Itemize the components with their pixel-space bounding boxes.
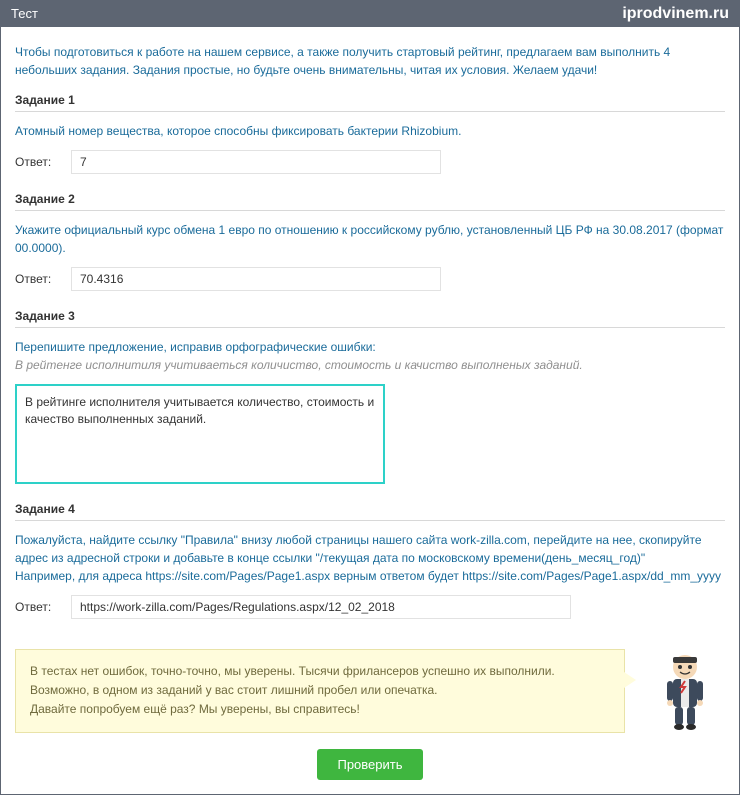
task-2: Задание 2 Укажите официальный курс обмен… xyxy=(15,192,725,291)
answer-label: Ответ: xyxy=(15,155,55,169)
task-3-title: Задание 3 xyxy=(15,309,725,328)
task-4: Задание 4 Пожалуйста, найдите ссылку "Пр… xyxy=(15,502,725,619)
task-3-question-italic: В рейтенге исполнитиля учитиваеться коли… xyxy=(15,358,583,372)
feedback-line-1: В тестах нет ошибок, точно-точно, мы уве… xyxy=(30,662,610,681)
task-4-answer-input[interactable] xyxy=(71,595,571,619)
task-4-question-p1: Пожалуйста, найдите ссылку "Правила" вни… xyxy=(15,533,702,565)
answer-label: Ответ: xyxy=(15,600,55,614)
task-2-answer-input[interactable] xyxy=(71,267,441,291)
intro-text: Чтобы подготовиться к работе на нашем се… xyxy=(15,43,725,79)
task-1-question: Атомный номер вещества, которое способны… xyxy=(15,122,725,140)
task-1-answer-input[interactable] xyxy=(71,150,441,174)
task-2-title: Задание 2 xyxy=(15,192,725,211)
answer-label: Ответ: xyxy=(15,272,55,286)
feedback-line-3: Давайте попробуем ещё раз? Мы уверены, в… xyxy=(30,700,610,719)
task-3-question-intro: Перепишите предложение, исправив орфогра… xyxy=(15,340,376,354)
check-button[interactable]: Проверить xyxy=(317,749,422,780)
feedback-bubble: В тестах нет ошибок, точно-точно, мы уве… xyxy=(15,649,625,733)
page-header: Тест iprodvinem.ru xyxy=(1,1,739,27)
task-1: Задание 1 Атомный номер вещества, которо… xyxy=(15,93,725,174)
task-4-title: Задание 4 xyxy=(15,502,725,521)
task-3: Задание 3 Перепишите предложение, исправ… xyxy=(15,309,725,484)
task-4-question: Пожалуйста, найдите ссылку "Правила" вни… xyxy=(15,531,725,585)
feedback-block: В тестах нет ошибок, точно-точно, мы уве… xyxy=(15,649,725,733)
task-2-question: Укажите официальный курс обмена 1 евро п… xyxy=(15,221,725,257)
task-3-question: Перепишите предложение, исправив орфогра… xyxy=(15,338,725,374)
task-4-question-p2: Например, для адреса https://site.com/Pa… xyxy=(15,569,721,583)
task-3-answer-textarea[interactable] xyxy=(15,384,385,484)
page-title: Тест xyxy=(11,1,38,27)
mascot-avatar-icon xyxy=(653,651,717,731)
brand-watermark: iprodvinem.ru xyxy=(622,1,729,27)
task-1-title: Задание 1 xyxy=(15,93,725,112)
feedback-line-2: Возможно, в одном из заданий у вас стоит… xyxy=(30,681,610,700)
